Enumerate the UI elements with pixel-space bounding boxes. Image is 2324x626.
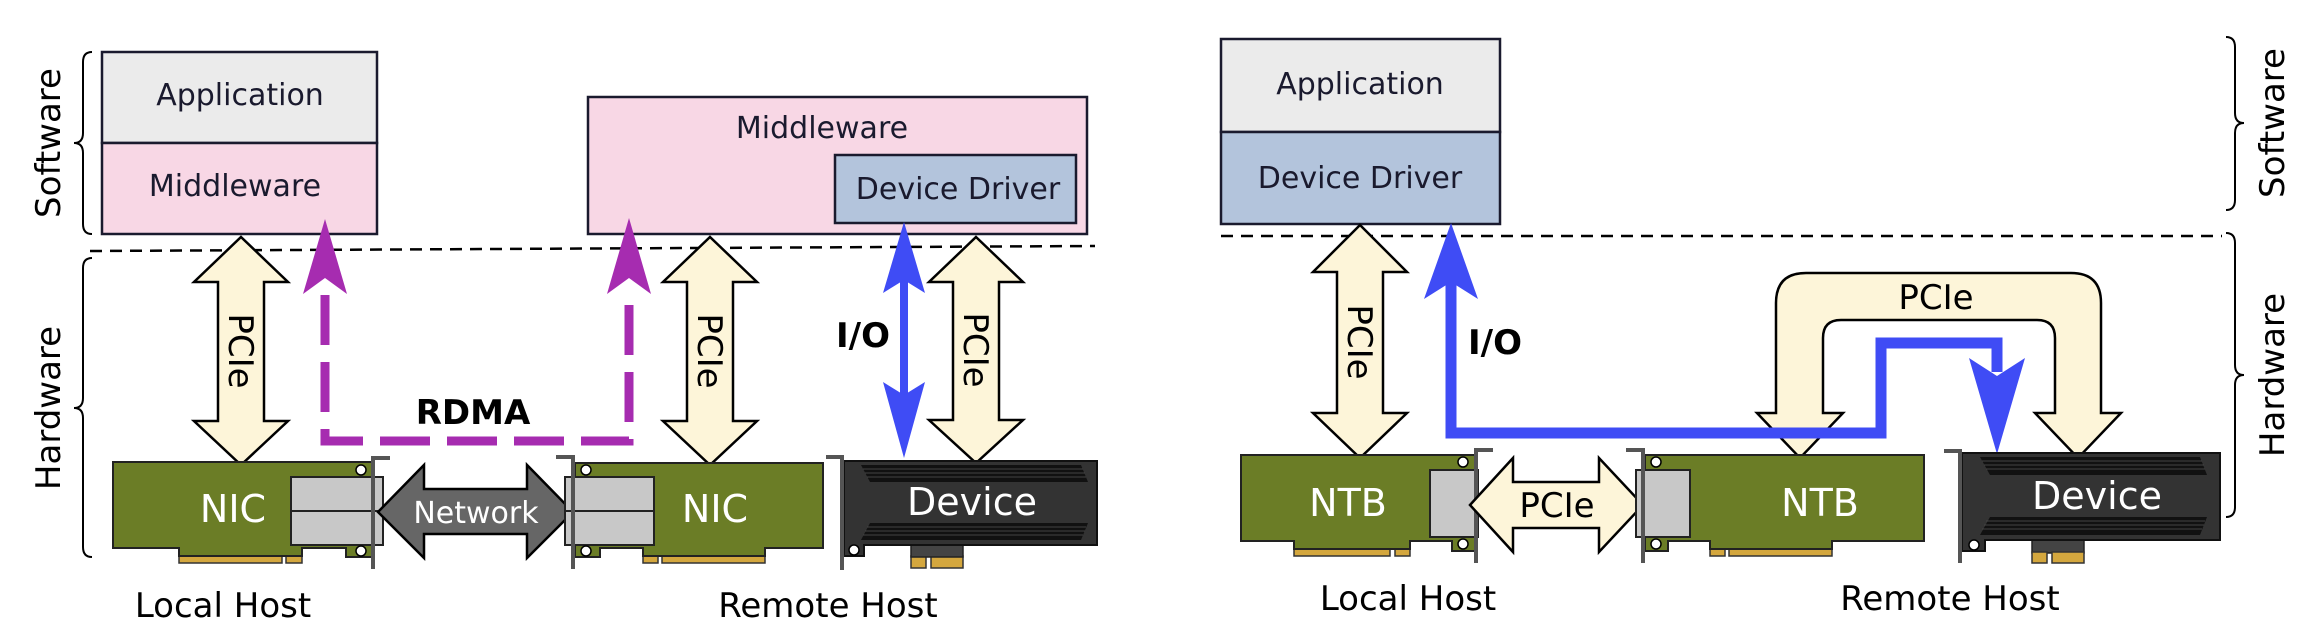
pcie-link-local-nic: PCIe [190, 235, 292, 467]
pcie-link-local-ntb: PCIe [1309, 223, 1411, 460]
middleware-label-remote: Middleware [736, 111, 908, 146]
screw-icon [1457, 538, 1469, 550]
screw-icon [580, 464, 592, 476]
network-label: Network [413, 496, 539, 531]
software-brace-left [73, 51, 93, 235]
application-label-local-ntb: Application [1276, 67, 1444, 102]
ntb-label-remote: NTB [1781, 481, 1859, 525]
nic-card-remote: NIC [556, 455, 824, 569]
device-driver-label-remote: Device Driver [856, 172, 1061, 207]
pcie-link-inter-host: PCIe [1468, 454, 1645, 556]
device-card-left: Device [826, 455, 1098, 570]
nic-card-local: NIC [112, 456, 390, 569]
hardware-side-label-left: Hardware [29, 326, 69, 490]
ntb-card-remote: NTB [1626, 448, 1925, 563]
nic-label-remote: NIC [682, 487, 748, 531]
screw-icon [848, 544, 860, 556]
software-brace-right [2225, 36, 2245, 211]
pcie-label: PCIe [689, 313, 729, 388]
edge-connector [2031, 539, 2085, 554]
remote-host-label-right: Remote Host [1840, 579, 2059, 619]
pcie-label: PCIe [955, 312, 995, 387]
gold-finger [910, 555, 927, 569]
port [290, 510, 384, 546]
pcie-link-remote-nic: PCIe [659, 235, 761, 467]
screw-icon [1968, 539, 1980, 551]
middleware-label-local: Middleware [149, 169, 321, 204]
bracket [826, 455, 844, 570]
figure: Software Hardware Application Middleware… [29, 36, 2293, 626]
pcie-link-remote-device: PCIe [925, 235, 1027, 465]
screw-icon [1650, 538, 1662, 550]
device-driver-label-local-ntb: Device Driver [1258, 161, 1463, 196]
device-card-right: Device [1944, 449, 2221, 564]
hardware-brace-right [2225, 232, 2245, 518]
pcie-label: PCIe [1339, 304, 1379, 379]
nic-label-local: NIC [200, 487, 266, 531]
pcie-label: PCIe [220, 313, 260, 388]
device-label-left: Device [907, 480, 1037, 524]
io-label-right: I/O [1468, 323, 1522, 363]
io-path-right: I/O [1424, 223, 2025, 454]
rdma-path: RDMA [303, 218, 651, 446]
screw-icon [580, 545, 592, 557]
io-arrowhead-down [1969, 358, 2025, 454]
heatsink-fins-top [1980, 457, 2207, 475]
io-path-left: I/O [836, 222, 925, 458]
port [564, 476, 655, 512]
screw-icon [1457, 456, 1469, 468]
local-host-label-right: Local Host [1320, 579, 1496, 619]
left-diagram: Software Hardware Application Middleware… [29, 50, 1098, 626]
screw-icon [355, 464, 367, 476]
right-diagram: Application Device Driver Software Hardw… [1219, 36, 2293, 619]
gold-finger [930, 555, 964, 569]
screw-icon [1650, 456, 1662, 468]
gold-finger [2051, 551, 2085, 564]
pcie-inter-host-label: PCIe [1519, 486, 1594, 526]
hardware-brace-left [73, 257, 93, 558]
rdma-label: RDMA [416, 393, 531, 433]
local-host-label-left: Local Host [135, 586, 311, 626]
ntb-label-local: NTB [1309, 481, 1387, 525]
hardware-side-label-right: Hardware [2253, 293, 2293, 457]
device-label-right: Device [2032, 474, 2162, 518]
application-label-local: Application [156, 78, 324, 113]
remote-host-label-left: Remote Host [718, 586, 937, 626]
gold-finger [2031, 551, 2048, 564]
screw-icon [355, 545, 367, 557]
bracket [1944, 449, 1962, 563]
port [290, 476, 384, 512]
software-side-label-right: Software [2253, 48, 2293, 198]
ntb-card-local: NTB [1240, 448, 1493, 563]
port [564, 510, 655, 546]
io-label: I/O [836, 316, 890, 356]
software-side-label-left: Software [29, 68, 69, 218]
network-link: Network [376, 461, 575, 562]
heatsink-fins-bottom [1980, 517, 2207, 535]
pcie-bridge-label: PCIe [1898, 278, 1973, 318]
